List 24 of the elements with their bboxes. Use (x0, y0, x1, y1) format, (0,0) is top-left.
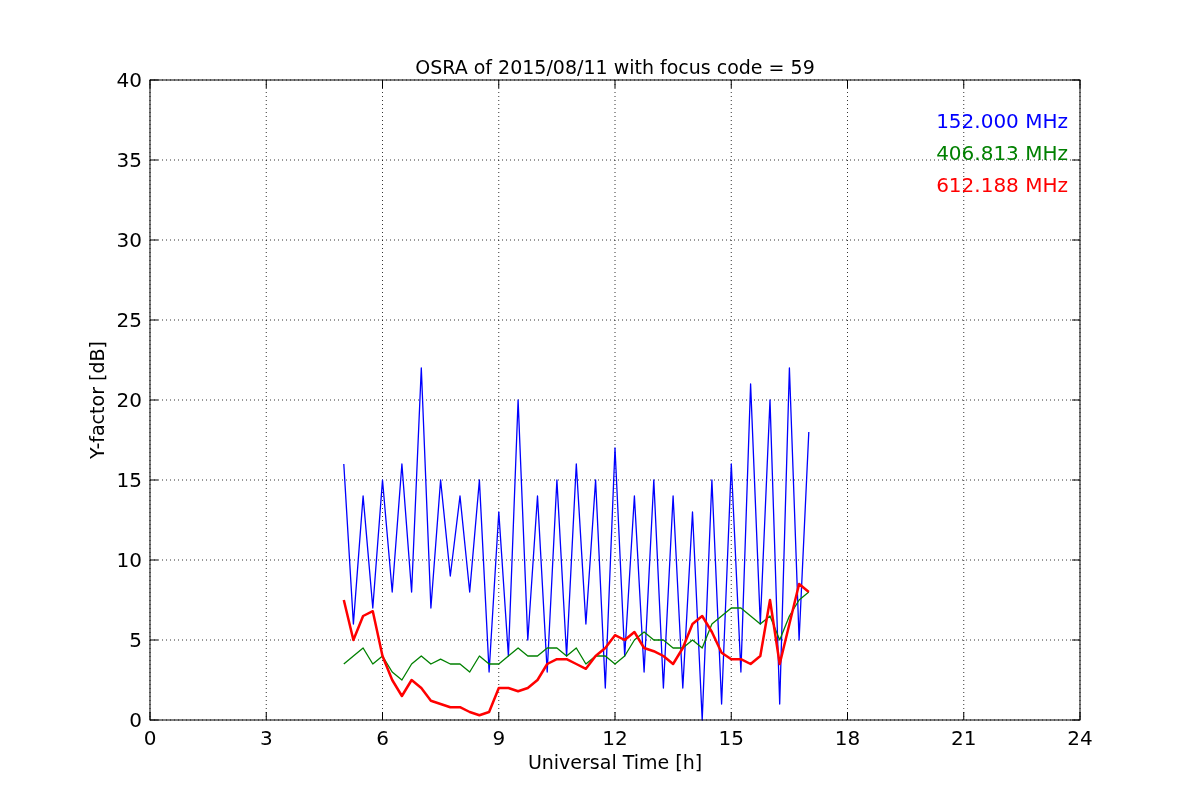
tick-label: 18 (834, 726, 861, 750)
tick-label: 9 (492, 726, 506, 750)
legend-label: 612.188 MHz (936, 173, 1068, 197)
axis-label: Y-factor [dB] (86, 341, 108, 459)
tick-label: 30 (116, 228, 142, 252)
tick-label: 6 (376, 726, 389, 750)
tick-label: 12 (602, 726, 628, 750)
legend-label: 406.813 MHz (936, 141, 1068, 165)
tick-label: 0 (143, 726, 157, 750)
legend-label: 152.000 MHz (936, 109, 1068, 133)
tick-label: 3 (259, 726, 273, 750)
tick-label: 10 (116, 548, 142, 572)
tick-label: 5 (129, 628, 142, 652)
tick-label: 25 (116, 308, 142, 332)
tick-label: 21 (951, 726, 977, 750)
tick-label: 24 (1067, 726, 1093, 750)
tick-label: 35 (116, 148, 142, 172)
tick-label: 0 (129, 708, 142, 732)
axis-label: Universal Time [h] (527, 751, 703, 773)
chart-title: OSRA of 2015/08/11 with focus code = 59 (415, 56, 815, 78)
tick-label: 15 (718, 726, 744, 750)
tick-label: 20 (116, 388, 142, 412)
tick-label: 15 (116, 468, 142, 492)
tick-label: 40 (116, 68, 142, 92)
